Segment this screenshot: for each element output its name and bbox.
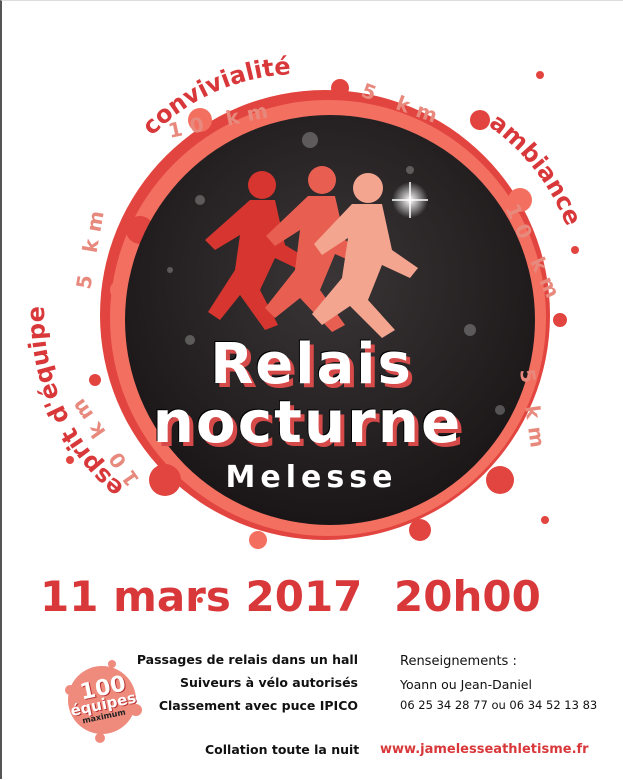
event-date: 11 mars 2017: [40, 572, 363, 621]
contact-title: Renseignements :: [400, 654, 517, 669]
website-link[interactable]: www.jamelesseathletisme.fr: [380, 742, 589, 757]
event-town: Melesse: [225, 460, 398, 495]
contact-names: Yoann ou Jean-Daniel: [400, 677, 532, 692]
contact-phones: 06 25 34 28 77 ou 06 34 52 13 83: [400, 698, 598, 712]
event-title-line2: nocturne: [152, 388, 463, 456]
feature-chip-ranking: Classement avec puce IPICO: [158, 698, 358, 713]
event-time: 20h00: [394, 572, 541, 621]
star-flare: [392, 182, 428, 218]
collation-text: Collation toute la nuit: [205, 742, 360, 757]
feature-relay-hall: Passages de relais dans un hall: [136, 652, 358, 667]
feature-bike-followers: Suiveurs à vélo autorisés: [179, 675, 358, 690]
